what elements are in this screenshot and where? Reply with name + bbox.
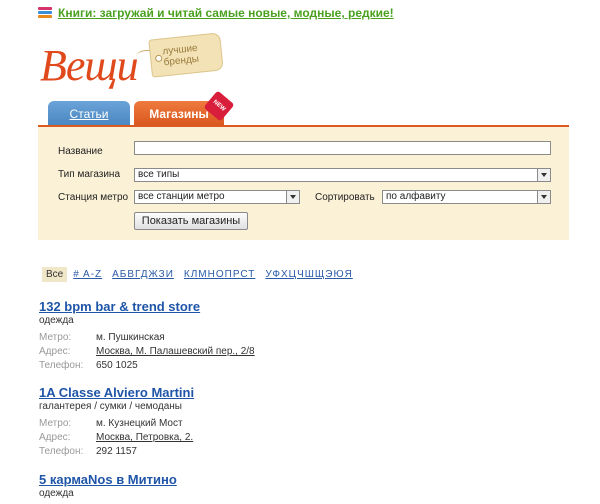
store-phone-row: Телефон: 292 1157 (39, 445, 194, 459)
store-category: одежда (39, 488, 74, 499)
site-logo[interactable]: Вещи лучшие бренды (38, 32, 238, 94)
sort-select-value: по алфавиту (386, 191, 446, 202)
store-category: галантерея / сумки / чемоданы (39, 401, 182, 412)
store-list-item: 1A Classe Alviero Martini галантерея / с… (39, 385, 194, 459)
sort-select[interactable]: по алфавиту (382, 190, 551, 204)
store-phone: 292 1157 (96, 446, 137, 457)
store-category: одежда (39, 315, 74, 326)
alphabet-filter: Все # A-Z АБВГДЖЗИ КЛМНОПРСТ УФХЦЧШЩЭЮЯ (42, 266, 363, 282)
metro-select-value: все станции метро (138, 191, 225, 202)
sort-label: Сортировать (315, 192, 375, 203)
store-address-row: Адрес: Москва, М. Палашевский пер., 2/8 (39, 345, 255, 359)
chevron-down-icon[interactable] (286, 190, 300, 204)
store-phone: 650 1025 (96, 360, 138, 371)
phone-key: Телефон: (39, 446, 84, 457)
logo-wordmark: Вещи (40, 41, 139, 90)
metro-key: Метро: (39, 332, 72, 343)
name-label: Название (58, 146, 103, 157)
tab-shops-label: Магазины (149, 106, 209, 121)
show-shops-button[interactable]: Показать магазины (134, 212, 248, 230)
address-key: Адрес: (39, 346, 71, 357)
metro-select[interactable]: все станции метро (134, 190, 300, 204)
alphabet-group-1[interactable]: АБВГДЖЗИ (112, 269, 174, 280)
store-phone-row: Телефон: 650 1025 (39, 359, 255, 373)
type-select[interactable]: все типы (134, 168, 551, 182)
chevron-down-icon[interactable] (537, 168, 551, 182)
alphabet-group-2[interactable]: КЛМНОПРСТ (184, 269, 255, 280)
store-metro: м. Кузнецкий Мост (96, 418, 183, 429)
phone-key: Телефон: (39, 360, 84, 371)
chevron-down-icon[interactable] (537, 190, 551, 204)
store-name-link[interactable]: 1A Classe Alviero Martini (39, 385, 194, 400)
store-metro: м. Пушкинская (96, 332, 165, 343)
store-list-item: 5 кармаNоs в Митино одежда (39, 472, 177, 501)
metro-key: Метро: (39, 418, 72, 429)
address-key: Адрес: (39, 432, 71, 443)
alphabet-all[interactable]: Все (42, 266, 68, 282)
tab-articles-label[interactable]: Статьи (70, 107, 109, 121)
store-address-row: Адрес: Москва, Петровка, 2. (39, 431, 194, 445)
alphabet-group-3[interactable]: УФХЦЧШЩЭЮЯ (265, 269, 352, 280)
store-metro-row: Метро: м. Пушкинская (39, 331, 255, 345)
books-icon (38, 7, 52, 19)
store-name-link[interactable]: 132 bpm bar & trend store (39, 299, 255, 314)
store-name-link[interactable]: 5 кармаNоs в Митино (39, 472, 177, 487)
type-label: Тип магазина (58, 169, 121, 180)
price-tag-icon: лучшие бренды (148, 32, 224, 78)
promo-link[interactable]: Книги: загружай и читай самые новые, мод… (58, 6, 394, 20)
store-metro-row: Метро: м. Кузнецкий Мост (39, 417, 194, 431)
metro-label: Станция метро (58, 192, 129, 203)
alphabet-latin[interactable]: # A-Z (73, 269, 102, 280)
tab-articles[interactable]: Статьи (48, 101, 130, 126)
name-input[interactable] (134, 141, 551, 155)
promo-banner: Книги: загружай и читай самые новые, мод… (38, 5, 394, 21)
store-list-item: 132 bpm bar & trend store одежда Метро: … (39, 299, 255, 373)
type-select-value: все типы (138, 169, 180, 180)
store-address-link[interactable]: Москва, М. Палашевский пер., 2/8 (96, 345, 255, 359)
store-address-link[interactable]: Москва, Петровка, 2. (96, 431, 193, 445)
